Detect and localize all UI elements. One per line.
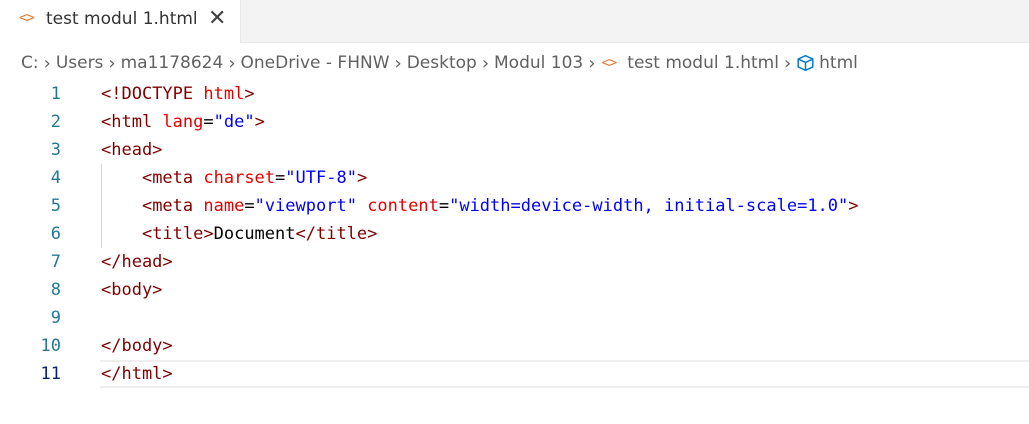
- code-line[interactable]: 7 </head>: [0, 248, 1029, 276]
- code-token: </html>: [101, 364, 173, 384]
- line-number: 8: [50, 280, 61, 300]
- breadcrumb-item[interactable]: Desktop: [407, 53, 477, 73]
- code-token: =: [203, 112, 214, 132]
- tab-label: test modul 1.html: [46, 9, 198, 29]
- code-token: <!DOCTYPE: [101, 84, 204, 104]
- code-token: </title>: [295, 224, 378, 244]
- cube-icon: [797, 54, 814, 72]
- breadcrumb-item[interactable]: Users: [56, 53, 104, 73]
- code-line[interactable]: 5 <meta name="viewport" content="width=d…: [0, 192, 1029, 220]
- code-token: <title>: [141, 224, 214, 244]
- line-code: </head>: [101, 248, 173, 276]
- line-code: <!DOCTYPE html>: [101, 80, 255, 108]
- line-code: <head>: [101, 136, 162, 164]
- code-line[interactable]: 6 <title>Document</title>: [0, 220, 1029, 248]
- line-code: <html lang="de">: [101, 108, 265, 136]
- line-number: 1: [50, 84, 61, 104]
- chevron-right-icon: ›: [108, 52, 116, 74]
- code-token: </body>: [101, 336, 173, 356]
- code-token: "viewport": [254, 196, 357, 216]
- line-code: </body>: [101, 332, 173, 360]
- code-token: >: [356, 168, 368, 188]
- line-number: 7: [50, 252, 61, 272]
- breadcrumb-item[interactable]: OneDrive - FHNW: [241, 53, 390, 73]
- chevron-right-icon: ›: [394, 52, 402, 74]
- code-token: html: [203, 84, 245, 104]
- line-code: <title>Document</title>: [101, 220, 377, 248]
- code-token: <meta: [141, 168, 204, 188]
- code-token: <head>: [101, 140, 163, 160]
- code-line[interactable]: 9: [0, 304, 1029, 332]
- breadcrumb: C: › Users › ma1178624 › OneDrive - FHNW › Deskt…: [21, 50, 858, 76]
- code-token: "de": [213, 112, 255, 132]
- code-icon: <>: [19, 10, 35, 26]
- code-line[interactable]: 8 <body>: [0, 276, 1029, 304]
- code-line[interactable]: 4 <meta charset="UTF-8">: [0, 164, 1029, 192]
- line-code: <meta name="viewport" content="width=dev…: [101, 192, 859, 220]
- line-number: 4: [50, 168, 61, 188]
- line-code: <meta charset="UTF-8">: [101, 164, 367, 192]
- tab-bar: <> test modul 1.html ✕: [0, 0, 1029, 43]
- line-number: 5: [50, 196, 61, 216]
- code-token: >: [244, 84, 255, 104]
- editor-tab[interactable]: <> test modul 1.html ✕: [0, 0, 241, 43]
- line-number: 2: [50, 112, 61, 132]
- breadcrumb-item[interactable]: Modul 103: [494, 53, 583, 73]
- code-token: content: [367, 196, 439, 216]
- chevron-right-icon: ›: [783, 52, 792, 74]
- breadcrumb-symbol[interactable]: html: [819, 53, 858, 73]
- code-token: "UTF-8": [285, 168, 357, 188]
- code-token: >: [254, 112, 265, 132]
- chevron-right-icon: ›: [588, 52, 596, 74]
- code-token: =: [275, 168, 286, 188]
- code-token: <meta: [141, 196, 204, 216]
- code-token: Document: [213, 224, 296, 244]
- line-number: 9: [50, 308, 61, 328]
- chevron-right-icon: ›: [43, 52, 51, 74]
- code-token: name: [203, 196, 245, 216]
- code-token: lang: [162, 112, 204, 132]
- line-number: 3: [50, 140, 61, 160]
- code-line[interactable]: 10 </body>: [0, 332, 1029, 360]
- code-line[interactable]: 2 <html lang="de">: [0, 108, 1029, 136]
- chevron-right-icon: ›: [481, 52, 490, 74]
- line-code: <body>: [101, 276, 162, 304]
- breadcrumb-item[interactable]: C:: [21, 53, 39, 73]
- code-token: =: [244, 196, 255, 216]
- code-editor[interactable]: 1 <!DOCTYPE html> 2 <html lang="de"> 3 <head>…: [0, 80, 1029, 424]
- code-token: </head>: [101, 252, 173, 272]
- code-token: =: [438, 196, 450, 216]
- line-code: </html>: [101, 360, 173, 388]
- code-token: <body>: [101, 280, 163, 300]
- close-icon[interactable]: ✕: [208, 5, 226, 33]
- chevron-right-icon: ›: [228, 52, 236, 74]
- code-line[interactable]: 3 <head>: [0, 136, 1029, 164]
- line-number: 10: [40, 336, 61, 356]
- breadcrumb-item[interactable]: ma1178624: [121, 53, 224, 73]
- code-token: charset: [203, 168, 276, 188]
- code-line[interactable]: 1 <!DOCTYPE html>: [0, 80, 1029, 108]
- line-number: 11: [40, 364, 61, 384]
- code-icon: <>: [601, 55, 617, 71]
- code-token: <html: [101, 112, 163, 132]
- line-number: 6: [50, 224, 61, 244]
- code-token: "width=device-width, initial-scale=1.0": [449, 196, 849, 216]
- code-line[interactable]: 11 </html>: [0, 360, 1029, 388]
- breadcrumb-file[interactable]: test modul 1.html: [627, 53, 779, 73]
- code-token: >: [848, 196, 859, 216]
